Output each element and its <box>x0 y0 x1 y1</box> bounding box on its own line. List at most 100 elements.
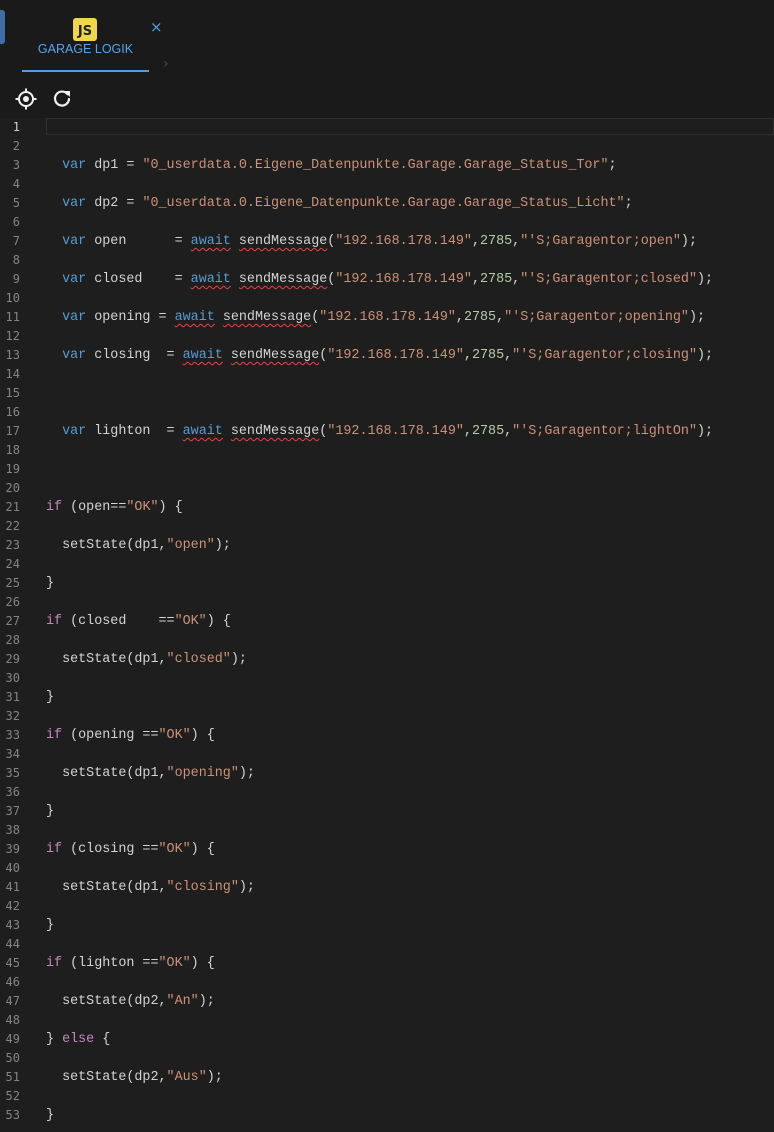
code-token: ); <box>697 348 714 363</box>
code-line[interactable]: var open = await sendMessage("192.168.17… <box>46 232 697 251</box>
code-line[interactable]: if (closed =="OK") { <box>46 612 231 631</box>
code-token: var <box>62 348 87 363</box>
line-number: 1 <box>12 120 20 134</box>
code-line[interactable]: var dp2 = "0_userdata.0.Eigene_Datenpunk… <box>46 194 633 213</box>
code-token: "OK" <box>158 842 191 857</box>
code-token: "closing" <box>166 880 239 895</box>
code-token: } <box>46 1032 63 1047</box>
code-line[interactable]: var dp1 = "0_userdata.0.Eigene_Datenpunk… <box>46 156 616 175</box>
line-number: 16 <box>5 405 20 419</box>
tab-bar: JS GARAGE LOGIK × › <box>0 0 774 80</box>
line-number: 36 <box>5 785 20 799</box>
target-icon[interactable] <box>15 88 37 110</box>
code-token: await <box>190 272 231 287</box>
code-token: ); <box>230 652 247 667</box>
code-line[interactable]: setState(dp2,"Aus"); <box>46 1068 223 1087</box>
line-number: 35 <box>5 766 20 780</box>
code-token: var <box>62 310 87 325</box>
code-token: if <box>46 956 63 971</box>
code-token: } <box>46 576 55 591</box>
line-number: 33 <box>5 728 20 742</box>
code-line[interactable]: setState(dp1,"open"); <box>46 536 231 555</box>
code-token: "opening" <box>166 766 239 781</box>
code-line[interactable]: } <box>46 688 54 707</box>
line-number: 23 <box>5 538 20 552</box>
refresh-icon[interactable] <box>51 88 73 110</box>
code-editor[interactable]: 1 2 3 4 5 6 7 8 9 10 11 12 13 14 15 16 17 18 19 20 21 22 23 24 2… <box>0 118 774 1132</box>
code-line[interactable]: } <box>46 916 54 935</box>
line-number: 29 <box>5 652 20 666</box>
code-token: sendMessage <box>230 348 320 363</box>
code-token: "closed" <box>166 652 231 667</box>
code-token: "'S;Garagentor;closed" <box>520 272 697 287</box>
code-token: } <box>46 1108 55 1123</box>
code-token: , <box>504 424 513 439</box>
code-line[interactable]: } <box>46 802 54 821</box>
line-number: 11 <box>5 310 20 324</box>
code-token: var <box>62 424 87 439</box>
code-token: 2785 <box>471 348 505 363</box>
code-line[interactable]: if (closing =="OK") { <box>46 840 215 859</box>
code-token: "'S;Garagentor;lightOn" <box>512 424 697 439</box>
code-token: ); <box>697 272 714 287</box>
line-number: 20 <box>5 481 20 495</box>
code-token: , <box>512 272 521 287</box>
code-line[interactable]: if (open=="OK") { <box>46 498 183 517</box>
code-line[interactable]: } else { <box>46 1030 110 1049</box>
code-token: "192.168.178.149" <box>319 310 456 325</box>
line-number: 30 <box>5 671 20 685</box>
code-line[interactable]: } <box>46 574 54 593</box>
line-number: 53 <box>5 1108 20 1122</box>
code-line[interactable]: var closed = await sendMessage("192.168.… <box>46 270 713 289</box>
code-line[interactable]: var closing = await sendMessage("192.168… <box>46 346 713 365</box>
code-line[interactable]: if (lighton =="OK") { <box>46 954 215 973</box>
line-number: 52 <box>5 1089 20 1103</box>
line-number: 17 <box>5 424 20 438</box>
line-number: 41 <box>5 880 20 894</box>
sidebar-toggle-handle[interactable] <box>0 10 5 44</box>
code-token: ); <box>697 424 714 439</box>
code-line[interactable]: setState(dp1,"closed"); <box>46 650 247 669</box>
code-token: setState(dp1, <box>46 766 167 781</box>
tab-garage-logik[interactable]: JS GARAGE LOGIK × <box>22 0 163 72</box>
code-token: else <box>62 1032 95 1047</box>
code-line[interactable]: if (opening =="OK") { <box>46 726 215 745</box>
code-token: , <box>496 310 505 325</box>
code-token: sendMessage <box>238 234 328 249</box>
editor-toolbar <box>0 80 774 118</box>
code-token: setState(dp2, <box>46 1070 167 1085</box>
code-token: "open" <box>166 538 215 553</box>
code-token: "Aus" <box>166 1070 207 1085</box>
code-line[interactable]: setState(dp2,"An"); <box>46 992 215 1011</box>
line-number: 48 <box>5 1013 20 1027</box>
code-line[interactable]: } <box>46 1106 54 1125</box>
code-line[interactable]: var opening = await sendMessage("192.168… <box>46 308 705 327</box>
line-number: 3 <box>12 158 20 172</box>
code-token: ); <box>214 538 231 553</box>
line-number: 46 <box>5 975 20 989</box>
line-number: 15 <box>5 386 20 400</box>
code-token: if <box>46 842 63 857</box>
line-number: 10 <box>5 291 20 305</box>
code-token: } <box>46 918 55 933</box>
code-line[interactable]: setState(dp1,"opening"); <box>46 764 255 783</box>
line-number: 25 <box>5 576 20 590</box>
code-token: if <box>46 500 63 515</box>
line-number: 19 <box>5 462 20 476</box>
close-icon[interactable]: × <box>150 18 163 36</box>
line-number: 24 <box>5 557 20 571</box>
code-line[interactable]: var lighton = await sendMessage("192.168… <box>46 422 713 441</box>
code-line[interactable]: setState(dp1,"closing"); <box>46 878 255 897</box>
code-token: (lighton == <box>62 956 159 971</box>
chevron-right-icon[interactable]: › <box>163 56 169 72</box>
code-token: ); <box>238 880 255 895</box>
code-token: , <box>512 234 521 249</box>
code-token: 2785 <box>463 310 497 325</box>
code-token: sendMessage <box>238 272 328 287</box>
